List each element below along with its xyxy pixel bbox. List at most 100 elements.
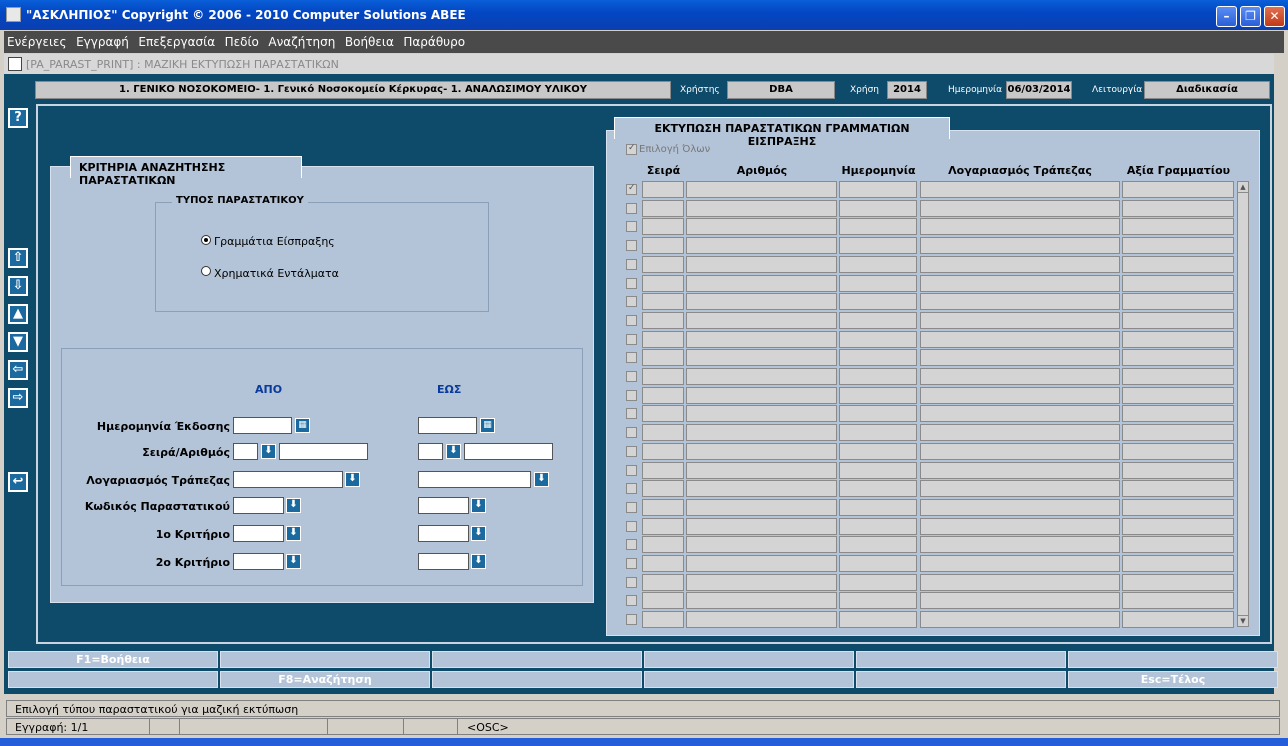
grid-cell-value[interactable]	[1122, 536, 1234, 554]
previous-block-icon[interactable]: ⇦	[8, 360, 28, 380]
grid-cell-number[interactable]	[686, 405, 837, 423]
grid-cell-date[interactable]	[839, 517, 917, 535]
radio-receipts[interactable]	[201, 235, 211, 245]
grid-cell-number[interactable]	[686, 592, 837, 610]
criterion2-to-input[interactable]	[418, 553, 469, 570]
grid-cell-bank-account[interactable]	[920, 517, 1120, 535]
grid-cell-series[interactable]	[642, 480, 684, 498]
grid-cell-number[interactable]	[686, 461, 837, 479]
grid-cell-series[interactable]	[642, 592, 684, 610]
grid-cell-number[interactable]	[686, 330, 837, 348]
grid-cell-value[interactable]	[1122, 611, 1234, 629]
row-select-checkbox[interactable]	[626, 576, 637, 588]
grid-cell-date[interactable]	[839, 330, 917, 348]
grid-cell-bank-account[interactable]	[920, 237, 1120, 255]
grid-cell-number[interactable]	[686, 386, 837, 404]
grid-cell-value[interactable]	[1122, 442, 1234, 460]
grid-cell-value[interactable]	[1122, 274, 1234, 292]
grid-cell-series[interactable]	[642, 611, 684, 629]
grid-cell-number[interactable]	[686, 237, 837, 255]
function-key-button[interactable]	[432, 651, 642, 668]
function-key-button[interactable]	[856, 651, 1066, 668]
grid-cell-bank-account[interactable]	[920, 405, 1120, 423]
grid-cell-value[interactable]	[1122, 517, 1234, 535]
function-key-button[interactable]	[644, 651, 854, 668]
next-block-icon[interactable]: ⇨	[8, 388, 28, 408]
grid-cell-date[interactable]	[839, 424, 917, 442]
grid-cell-series[interactable]	[642, 461, 684, 479]
row-select-checkbox[interactable]	[626, 389, 637, 401]
grid-cell-number[interactable]	[686, 573, 837, 591]
grid-cell-bank-account[interactable]	[920, 349, 1120, 367]
grid-cell-date[interactable]	[839, 274, 917, 292]
first-record-icon[interactable]: ⇧	[8, 248, 28, 268]
grid-cell-date[interactable]	[839, 237, 917, 255]
grid-cell-series[interactable]	[642, 274, 684, 292]
grid-cell-series[interactable]	[642, 349, 684, 367]
row-select-checkbox[interactable]	[626, 614, 637, 626]
calendar-icon[interactable]: ▦	[480, 418, 495, 433]
grid-cell-value[interactable]	[1122, 592, 1234, 610]
menu-field[interactable]: Πεδίο	[222, 31, 262, 49]
grid-cell-date[interactable]	[839, 199, 917, 217]
grid-cell-bank-account[interactable]	[920, 498, 1120, 516]
grid-cell-value[interactable]	[1122, 424, 1234, 442]
function-key-button[interactable]	[8, 671, 218, 688]
grid-cell-bank-account[interactable]	[920, 555, 1120, 572]
lov-down-icon[interactable]: ⬇	[446, 444, 461, 459]
menu-search[interactable]: Αναζήτηση	[265, 31, 338, 49]
exit-icon[interactable]: ↩	[8, 472, 28, 492]
row-select-checkbox[interactable]	[626, 558, 637, 569]
grid-cell-series[interactable]	[642, 555, 684, 572]
grid-cell-value[interactable]	[1122, 386, 1234, 404]
grid-cell-date[interactable]	[839, 592, 917, 610]
grid-scrollbar[interactable]	[1237, 181, 1249, 627]
grid-cell-number[interactable]	[686, 274, 837, 292]
row-select-checkbox[interactable]	[626, 258, 637, 270]
grid-cell-series[interactable]	[642, 573, 684, 591]
grid-cell-bank-account[interactable]	[920, 461, 1120, 479]
grid-cell-value[interactable]	[1122, 311, 1234, 329]
grid-cell-bank-account[interactable]	[920, 330, 1120, 348]
grid-cell-series[interactable]	[642, 368, 684, 385]
grid-cell-value[interactable]	[1122, 405, 1234, 423]
grid-cell-date[interactable]	[839, 536, 917, 554]
row-select-checkbox[interactable]	[626, 520, 637, 532]
grid-cell-date[interactable]	[839, 461, 917, 479]
lov-down-icon[interactable]: ⬇	[261, 444, 276, 459]
grid-cell-value[interactable]	[1122, 218, 1234, 236]
grid-cell-number[interactable]	[686, 555, 837, 572]
select-all-checkbox[interactable]	[626, 143, 637, 155]
grid-cell-value[interactable]	[1122, 330, 1234, 348]
lov-down-icon[interactable]: ⬇	[471, 554, 486, 569]
grid-cell-value[interactable]	[1122, 199, 1234, 217]
grid-cell-date[interactable]	[839, 480, 917, 498]
grid-cell-number[interactable]	[686, 517, 837, 535]
grid-cell-series[interactable]	[642, 386, 684, 404]
lov-down-icon[interactable]: ⬇	[471, 498, 486, 513]
grid-cell-date[interactable]	[839, 555, 917, 572]
criterion2-from-input[interactable]	[233, 553, 284, 570]
grid-cell-number[interactable]	[686, 611, 837, 629]
last-record-icon[interactable]: ⇩	[8, 276, 28, 296]
grid-cell-bank-account[interactable]	[920, 255, 1120, 273]
issue-date-to-input[interactable]	[418, 417, 477, 434]
close-icon[interactable]: ✕	[1264, 6, 1285, 27]
radio-payment-orders[interactable]	[201, 266, 211, 276]
row-select-checkbox[interactable]	[626, 595, 637, 607]
doc-code-from-input[interactable]	[233, 497, 284, 514]
grid-cell-series[interactable]	[642, 498, 684, 516]
row-select-checkbox[interactable]	[626, 408, 637, 420]
grid-cell-date[interactable]	[839, 405, 917, 423]
row-select-checkbox[interactable]	[626, 483, 637, 495]
bank-account-from-input[interactable]	[233, 471, 343, 488]
grid-cell-value[interactable]	[1122, 237, 1234, 255]
function-key-button[interactable]: F1=Βοήθεια	[8, 651, 218, 668]
grid-cell-bank-account[interactable]	[920, 293, 1120, 311]
window-title-bar[interactable]: "ΑΣΚΛΗΠΙΟΣ" Copyright © 2006 - 2010 Comp…	[0, 0, 1288, 30]
grid-cell-number[interactable]	[686, 199, 837, 217]
menu-actions[interactable]: Ενέργειες	[4, 31, 70, 49]
grid-cell-date[interactable]	[839, 349, 917, 367]
row-select-checkbox[interactable]	[626, 539, 637, 551]
criterion1-from-input[interactable]	[233, 525, 284, 542]
